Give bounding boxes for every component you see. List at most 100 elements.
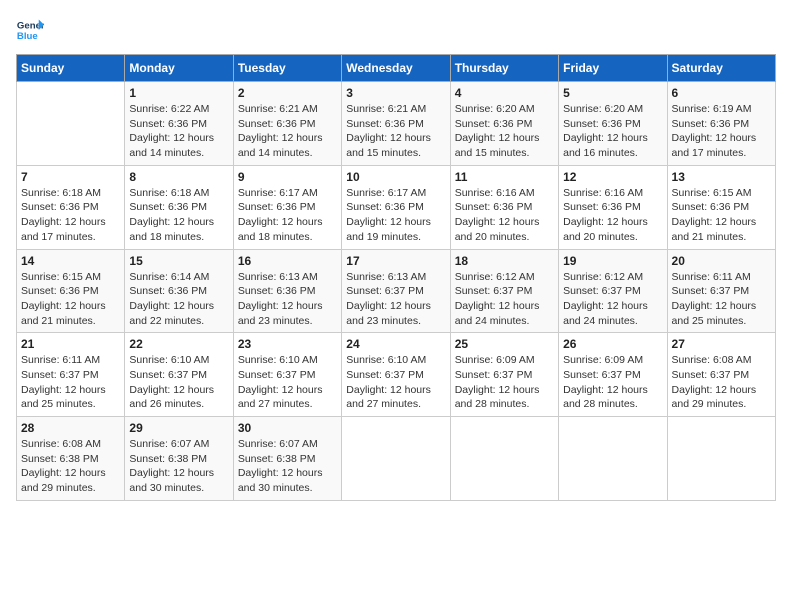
calendar-cell: 16 Sunrise: 6:13 AM Sunset: 6:36 PM Dayli… bbox=[233, 249, 341, 333]
day-number: 10 bbox=[346, 170, 445, 184]
day-number: 12 bbox=[563, 170, 662, 184]
calendar-cell bbox=[559, 417, 667, 501]
day-info: Sunrise: 6:09 AM Sunset: 6:37 PM Dayligh… bbox=[563, 353, 662, 412]
calendar-header-row: SundayMondayTuesdayWednesdayThursdayFrid… bbox=[17, 55, 776, 82]
day-number: 21 bbox=[21, 337, 120, 351]
day-info: Sunrise: 6:15 AM Sunset: 6:36 PM Dayligh… bbox=[21, 270, 120, 329]
calendar-cell: 6Sunrise: 6:19 AM Sunset: 6:36 PM Daylig… bbox=[667, 82, 775, 166]
day-info: Sunrise: 6:10 AM Sunset: 6:37 PM Dayligh… bbox=[129, 353, 228, 412]
calendar-cell: 20 Sunrise: 6:11 AM Sunset: 6:37 PM Dayli… bbox=[667, 249, 775, 333]
day-number: 18 bbox=[455, 254, 554, 268]
header-wednesday: Wednesday bbox=[342, 55, 450, 82]
day-number: 28 bbox=[21, 421, 120, 435]
svg-text:Blue: Blue bbox=[17, 31, 38, 42]
calendar-cell: 13 Sunrise: 6:15 AM Sunset: 6:36 PM Dayli… bbox=[667, 165, 775, 249]
week-row-5: 28 Sunrise: 6:08 AM Sunset: 6:38 PM Dayli… bbox=[17, 417, 776, 501]
day-info: Sunrise: 6:08 AM Sunset: 6:37 PM Dayligh… bbox=[672, 353, 771, 412]
calendar-cell: 8 Sunrise: 6:18 AM Sunset: 6:36 PM Daylig… bbox=[125, 165, 233, 249]
day-info: Sunrise: 6:21 AM Sunset: 6:36 PM Dayligh… bbox=[346, 102, 445, 161]
day-info: Sunrise: 6:18 AM Sunset: 6:36 PM Dayligh… bbox=[21, 186, 120, 245]
calendar-cell bbox=[667, 417, 775, 501]
header-monday: Monday bbox=[125, 55, 233, 82]
calendar-cell: 19 Sunrise: 6:12 AM Sunset: 6:37 PM Dayli… bbox=[559, 249, 667, 333]
calendar-cell: 3 Sunrise: 6:21 AM Sunset: 6:36 PM Daylig… bbox=[342, 82, 450, 166]
calendar-cell: 25Sunrise: 6:09 AM Sunset: 6:37 PM Dayli… bbox=[450, 333, 558, 417]
day-number: 8 bbox=[129, 170, 228, 184]
day-info: Sunrise: 6:12 AM Sunset: 6:37 PM Dayligh… bbox=[563, 270, 662, 329]
day-info: Sunrise: 6:15 AM Sunset: 6:36 PM Dayligh… bbox=[672, 186, 771, 245]
day-number: 3 bbox=[346, 86, 445, 100]
logo-icon: General Blue bbox=[16, 16, 44, 44]
calendar-cell: 5 Sunrise: 6:20 AM Sunset: 6:36 PM Daylig… bbox=[559, 82, 667, 166]
day-number: 20 bbox=[672, 254, 771, 268]
calendar-cell: 28 Sunrise: 6:08 AM Sunset: 6:38 PM Dayli… bbox=[17, 417, 125, 501]
day-number: 24 bbox=[346, 337, 445, 351]
day-info: Sunrise: 6:11 AM Sunset: 6:37 PM Dayligh… bbox=[672, 270, 771, 329]
page-header: General Blue bbox=[16, 16, 776, 44]
day-number: 14 bbox=[21, 254, 120, 268]
logo: General Blue bbox=[16, 16, 48, 44]
calendar-cell: 26 Sunrise: 6:09 AM Sunset: 6:37 PM Dayli… bbox=[559, 333, 667, 417]
calendar-cell: 29 Sunrise: 6:07 AM Sunset: 6:38 PM Dayli… bbox=[125, 417, 233, 501]
day-number: 13 bbox=[672, 170, 771, 184]
calendar-cell: 18 Sunrise: 6:12 AM Sunset: 6:37 PM Dayli… bbox=[450, 249, 558, 333]
day-info: Sunrise: 6:07 AM Sunset: 6:38 PM Dayligh… bbox=[129, 437, 228, 496]
day-info: Sunrise: 6:21 AM Sunset: 6:36 PM Dayligh… bbox=[238, 102, 337, 161]
day-number: 30 bbox=[238, 421, 337, 435]
calendar-cell: 4Sunrise: 6:20 AM Sunset: 6:36 PM Daylig… bbox=[450, 82, 558, 166]
day-info: Sunrise: 6:16 AM Sunset: 6:36 PM Dayligh… bbox=[563, 186, 662, 245]
day-number: 26 bbox=[563, 337, 662, 351]
calendar-cell: 22 Sunrise: 6:10 AM Sunset: 6:37 PM Dayli… bbox=[125, 333, 233, 417]
day-number: 19 bbox=[563, 254, 662, 268]
day-info: Sunrise: 6:17 AM Sunset: 6:36 PM Dayligh… bbox=[346, 186, 445, 245]
day-number: 17 bbox=[346, 254, 445, 268]
header-tuesday: Tuesday bbox=[233, 55, 341, 82]
day-info: Sunrise: 6:22 AM Sunset: 6:36 PM Dayligh… bbox=[129, 102, 228, 161]
day-info: Sunrise: 6:19 AM Sunset: 6:36 PM Dayligh… bbox=[672, 102, 771, 161]
day-number: 11 bbox=[455, 170, 554, 184]
week-row-2: 7 Sunrise: 6:18 AM Sunset: 6:36 PM Daylig… bbox=[17, 165, 776, 249]
day-number: 5 bbox=[563, 86, 662, 100]
day-number: 25 bbox=[455, 337, 554, 351]
day-info: Sunrise: 6:18 AM Sunset: 6:36 PM Dayligh… bbox=[129, 186, 228, 245]
calendar-table: SundayMondayTuesdayWednesdayThursdayFrid… bbox=[16, 54, 776, 501]
day-number: 4 bbox=[455, 86, 554, 100]
day-info: Sunrise: 6:10 AM Sunset: 6:37 PM Dayligh… bbox=[238, 353, 337, 412]
day-number: 7 bbox=[21, 170, 120, 184]
day-info: Sunrise: 6:08 AM Sunset: 6:38 PM Dayligh… bbox=[21, 437, 120, 496]
calendar-cell: 10 Sunrise: 6:17 AM Sunset: 6:36 PM Dayli… bbox=[342, 165, 450, 249]
day-info: Sunrise: 6:20 AM Sunset: 6:36 PM Dayligh… bbox=[563, 102, 662, 161]
header-saturday: Saturday bbox=[667, 55, 775, 82]
calendar-cell: 15 Sunrise: 6:14 AM Sunset: 6:36 PM Dayli… bbox=[125, 249, 233, 333]
calendar-cell: 30Sunrise: 6:07 AM Sunset: 6:38 PM Dayli… bbox=[233, 417, 341, 501]
calendar-cell: 11Sunrise: 6:16 AM Sunset: 6:36 PM Dayli… bbox=[450, 165, 558, 249]
calendar-cell bbox=[17, 82, 125, 166]
calendar-cell: 1Sunrise: 6:22 AM Sunset: 6:36 PM Daylig… bbox=[125, 82, 233, 166]
week-row-3: 14 Sunrise: 6:15 AM Sunset: 6:36 PM Dayli… bbox=[17, 249, 776, 333]
day-info: Sunrise: 6:14 AM Sunset: 6:36 PM Dayligh… bbox=[129, 270, 228, 329]
day-number: 9 bbox=[238, 170, 337, 184]
day-info: Sunrise: 6:13 AM Sunset: 6:37 PM Dayligh… bbox=[346, 270, 445, 329]
day-number: 2 bbox=[238, 86, 337, 100]
week-row-1: 1Sunrise: 6:22 AM Sunset: 6:36 PM Daylig… bbox=[17, 82, 776, 166]
day-number: 15 bbox=[129, 254, 228, 268]
calendar-cell: 21 Sunrise: 6:11 AM Sunset: 6:37 PM Dayli… bbox=[17, 333, 125, 417]
calendar-cell bbox=[342, 417, 450, 501]
calendar-cell: 14 Sunrise: 6:15 AM Sunset: 6:36 PM Dayli… bbox=[17, 249, 125, 333]
day-number: 22 bbox=[129, 337, 228, 351]
day-info: Sunrise: 6:10 AM Sunset: 6:37 PM Dayligh… bbox=[346, 353, 445, 412]
day-info: Sunrise: 6:11 AM Sunset: 6:37 PM Dayligh… bbox=[21, 353, 120, 412]
day-number: 23 bbox=[238, 337, 337, 351]
day-number: 16 bbox=[238, 254, 337, 268]
calendar-cell: 12 Sunrise: 6:16 AM Sunset: 6:36 PM Dayli… bbox=[559, 165, 667, 249]
calendar-cell bbox=[450, 417, 558, 501]
day-info: Sunrise: 6:13 AM Sunset: 6:36 PM Dayligh… bbox=[238, 270, 337, 329]
calendar-cell: 27Sunrise: 6:08 AM Sunset: 6:37 PM Dayli… bbox=[667, 333, 775, 417]
week-row-4: 21 Sunrise: 6:11 AM Sunset: 6:37 PM Dayli… bbox=[17, 333, 776, 417]
day-number: 29 bbox=[129, 421, 228, 435]
header-friday: Friday bbox=[559, 55, 667, 82]
calendar-body: 1Sunrise: 6:22 AM Sunset: 6:36 PM Daylig… bbox=[17, 82, 776, 501]
calendar-cell: 9Sunrise: 6:17 AM Sunset: 6:36 PM Daylig… bbox=[233, 165, 341, 249]
calendar-cell: 23 Sunrise: 6:10 AM Sunset: 6:37 PM Dayli… bbox=[233, 333, 341, 417]
day-info: Sunrise: 6:12 AM Sunset: 6:37 PM Dayligh… bbox=[455, 270, 554, 329]
